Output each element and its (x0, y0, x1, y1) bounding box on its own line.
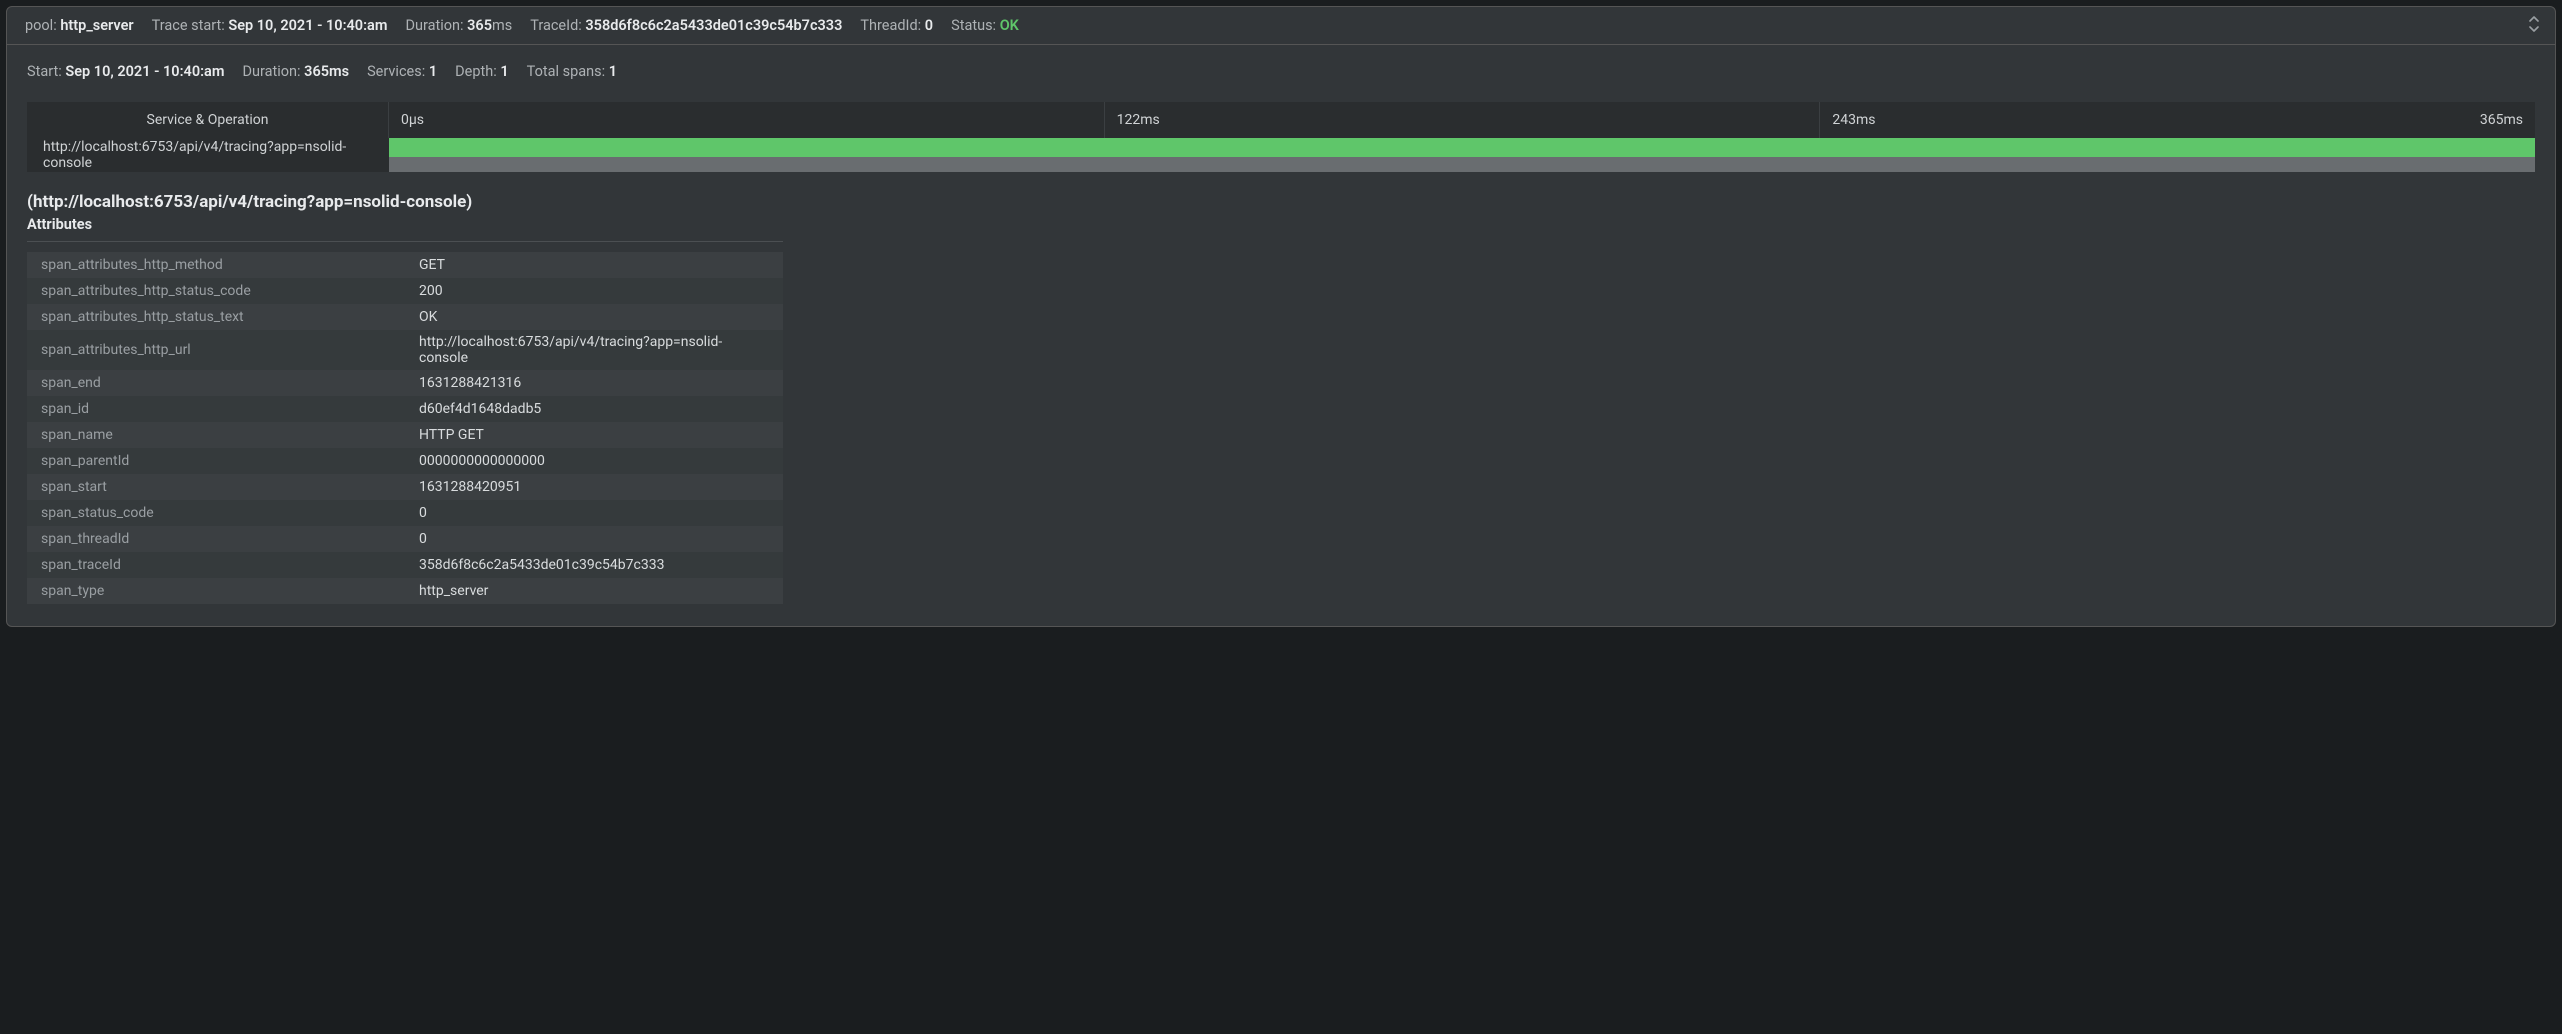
attr-key: span_name (27, 422, 405, 448)
table-row: span_attributes_http_methodGET (27, 252, 783, 278)
trace-panel: pool: http_server Trace start: Sep 10, 2… (6, 6, 2556, 627)
status-value: OK (1000, 17, 1019, 34)
attr-key: span_start (27, 474, 405, 500)
attr-key: span_status_code (27, 500, 405, 526)
panel-header: pool: http_server Trace start: Sep 10, 2… (7, 7, 2555, 45)
attr-value: HTTP GET (405, 422, 783, 448)
span-track-bar (389, 157, 2535, 172)
start-label: Start: (27, 63, 62, 80)
attr-value: 358d6f8c6c2a5433de01c39c54b7c333 (405, 552, 783, 578)
threadid-field: ThreadId: 0 (860, 17, 933, 34)
start-value: Sep 10, 2021 - 10:40:am (65, 63, 224, 80)
total-spans-label: Total spans: (527, 63, 606, 80)
timeline-tick-1: 122ms (1105, 102, 1821, 138)
timeline-header-row: Service & Operation 0µs 122ms 243ms 365m… (27, 102, 2535, 138)
depth-value: 1 (500, 63, 508, 80)
total-spans-field: Total spans: 1 (527, 63, 617, 80)
attr-value: 200 (405, 278, 783, 304)
threadid-value: 0 (925, 17, 933, 34)
table-row: span_attributes_http_urlhttp://localhost… (27, 330, 783, 370)
span-duration-bar (389, 138, 2535, 157)
attr-key: span_attributes_http_status_text (27, 304, 405, 330)
timeline: Service & Operation 0µs 122ms 243ms 365m… (27, 102, 2535, 172)
table-row: span_parentId0000000000000000 (27, 448, 783, 474)
attributes-table: span_attributes_http_methodGETspan_attri… (27, 252, 783, 604)
expand-collapse-icon[interactable] (2527, 16, 2541, 36)
services-label: Services: (367, 63, 425, 80)
timeline-span-row[interactable]: http://localhost:6753/api/v4/tracing?app… (27, 138, 2535, 172)
traceid-value: 358d6f8c6c2a5433de01c39c54b7c333 (585, 17, 842, 34)
duration-value-2: 365ms (304, 63, 349, 80)
span-detail-title: (http://localhost:6753/api/v4/tracing?ap… (27, 192, 2535, 212)
table-row: span_threadId0 (27, 526, 783, 552)
threadid-label: ThreadId: (860, 17, 921, 34)
table-row: span_typehttp_server (27, 578, 783, 604)
table-row: span_traceId358d6f8c6c2a5433de01c39c54b7… (27, 552, 783, 578)
table-row: span_attributes_http_status_textOK (27, 304, 783, 330)
depth-field: Depth: 1 (455, 63, 509, 80)
attr-value: 0 (405, 526, 783, 552)
attr-key: span_attributes_http_url (27, 330, 405, 370)
services-value: 1 (429, 63, 437, 80)
panel-body: Start: Sep 10, 2021 - 10:40:am Duration:… (7, 45, 2555, 626)
duration-field: Duration: 365ms (405, 17, 512, 34)
attr-key: span_traceId (27, 552, 405, 578)
table-row: span_nameHTTP GET (27, 422, 783, 448)
pool-label: pool: (25, 17, 57, 34)
attr-value: GET (405, 252, 783, 278)
table-row: span_idd60ef4d1648dadb5 (27, 396, 783, 422)
attr-key: span_type (27, 578, 405, 604)
pool-value: http_server (60, 17, 133, 34)
timeline-tick-0: 0µs (389, 102, 1105, 138)
timeline-span-bar (389, 138, 2535, 172)
attr-key: span_end (27, 370, 405, 396)
attributes-heading: Attributes (27, 216, 783, 242)
duration-field-2: Duration: 365ms (242, 63, 349, 80)
services-field: Services: 1 (367, 63, 437, 80)
traceid-field: TraceId: 358d6f8c6c2a5433de01c39c54b7c33… (530, 17, 842, 34)
attr-value: http_server (405, 578, 783, 604)
timeline-span-label: http://localhost:6753/api/v4/tracing?app… (27, 138, 389, 172)
attr-key: span_attributes_http_method (27, 252, 405, 278)
duration-label-2: Duration: (242, 63, 300, 80)
attr-key: span_threadId (27, 526, 405, 552)
pool-field: pool: http_server (25, 17, 134, 34)
duration-value-unit: ms (492, 17, 512, 34)
timeline-tick-3: 365ms (2480, 112, 2523, 128)
traceid-label: TraceId: (530, 17, 582, 34)
start-field: Start: Sep 10, 2021 - 10:40:am (27, 63, 224, 80)
attr-value: 0000000000000000 (405, 448, 783, 474)
attr-key: span_parentId (27, 448, 405, 474)
status-field: Status: OK (951, 17, 1019, 34)
attr-key: span_attributes_http_status_code (27, 278, 405, 304)
duration-value-num: 365 (467, 17, 492, 34)
status-label: Status: (951, 17, 996, 34)
attr-value: 0 (405, 500, 783, 526)
duration-label: Duration: (405, 17, 463, 34)
timeline-tick-2: 243ms 365ms (1820, 102, 2535, 138)
attr-value: http://localhost:6753/api/v4/tracing?app… (405, 330, 783, 370)
trace-start-label: Trace start: (152, 17, 225, 34)
trace-start-value: Sep 10, 2021 - 10:40:am (228, 17, 387, 34)
total-spans-value: 1 (609, 63, 617, 80)
attr-key: span_id (27, 396, 405, 422)
table-row: span_attributes_http_status_code200 (27, 278, 783, 304)
attr-value: 1631288420951 (405, 474, 783, 500)
depth-label: Depth: (455, 63, 497, 80)
trace-summary-row: Start: Sep 10, 2021 - 10:40:am Duration:… (27, 63, 2535, 80)
timeline-header-service: Service & Operation (27, 102, 389, 138)
table-row: span_status_code0 (27, 500, 783, 526)
attr-value: d60ef4d1648dadb5 (405, 396, 783, 422)
attr-value: 1631288421316 (405, 370, 783, 396)
table-row: span_end1631288421316 (27, 370, 783, 396)
trace-start-field: Trace start: Sep 10, 2021 - 10:40:am (152, 17, 388, 34)
table-row: span_start1631288420951 (27, 474, 783, 500)
attr-value: OK (405, 304, 783, 330)
